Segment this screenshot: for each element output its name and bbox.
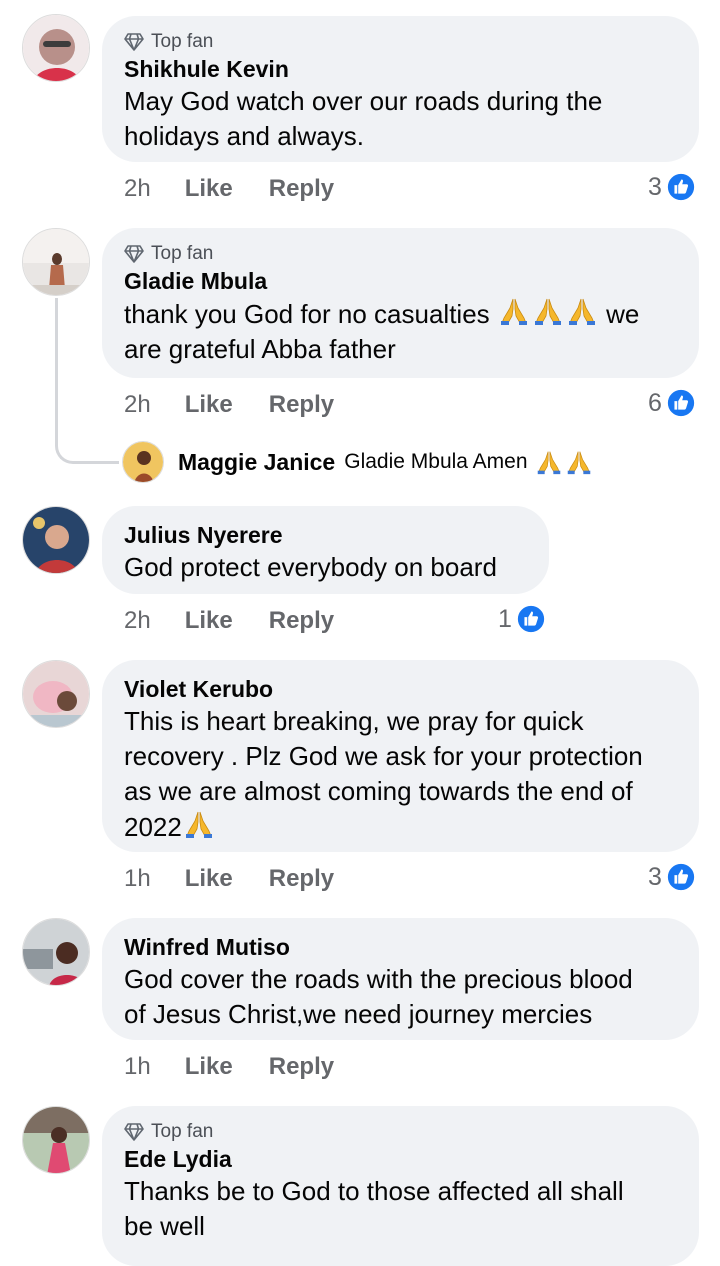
comment-text-line: This is heart breaking, we pray for quic… [124,706,584,736]
comment-text-part: thank you God for no casualties [124,299,490,329]
folded-hands-icon [533,296,563,326]
folded-hands-icon [499,296,529,326]
reply-text: Gladie Mbula Amen [344,450,528,473]
reply-button[interactable]: Reply [269,1053,334,1081]
comment-text-line: holidays and always. [124,121,364,151]
reply-button[interactable]: Reply [269,391,334,419]
comment-bubble: Julius Nyerere God protect everybody on … [102,506,549,594]
comment-text: thank you God for no casualties we are g… [124,296,677,367]
diamond-icon [124,33,144,51]
folded-hands-icon [536,449,562,475]
reply-button[interactable]: Reply [269,607,334,635]
comment-text: May God watch over our roads during the … [124,84,677,154]
reply-button[interactable]: Reply [269,175,334,203]
comment-text-line: of Jesus Christ,we need journey mercies [124,999,593,1029]
avatar[interactable] [22,228,90,296]
top-fan-badge: Top fan [124,1120,677,1144]
comment-text-part: we [606,299,640,329]
top-fan-badge: Top fan [124,242,677,266]
comment-bubble: Violet Kerubo This is heart breaking, we… [102,660,699,852]
thumbs-up-icon [666,172,696,202]
diamond-icon [124,1123,144,1141]
like-button[interactable]: Like [185,607,233,635]
reaction-count[interactable]: 6 [648,386,696,420]
comment-time[interactable]: 2h [124,175,151,203]
comment-time[interactable]: 2h [124,391,151,419]
like-count: 6 [648,388,662,417]
comment-text: God cover the roads with the precious bl… [124,962,677,1032]
thumbs-up-icon [666,388,696,418]
reaction-count[interactable]: 1 [498,602,546,636]
folded-hands-icon [184,809,214,839]
comment-time[interactable]: 1h [124,1053,151,1081]
like-count: 3 [648,172,662,201]
like-button[interactable]: Like [185,1053,233,1081]
comment-author[interactable]: Winfred Mutiso [124,932,677,962]
reply-button[interactable]: Reply [269,865,334,893]
comment-author[interactable]: Julius Nyerere [124,520,527,550]
comment-author[interactable]: Ede Lydia [124,1144,677,1174]
thumbs-up-icon [516,604,546,634]
diamond-icon [124,245,144,263]
reply-preview[interactable]: Maggie Janice Gladie Mbula Amen [122,441,594,483]
comment-text: Thanks be to God to those affected all s… [124,1174,677,1244]
comment-author[interactable]: Violet Kerubo [124,674,677,704]
folded-hands-icon [566,449,592,475]
like-button[interactable]: Like [185,175,233,203]
avatar[interactable] [22,1106,90,1174]
comment-bubble: Winfred Mutiso God cover the roads with … [102,918,699,1040]
comment-bubble: Top fan Shikhule Kevin May God watch ove… [102,16,699,162]
comment-author[interactable]: Shikhule Kevin [124,54,677,84]
reply-author[interactable]: Maggie Janice [178,449,335,476]
folded-hands-icon [567,296,597,326]
avatar[interactable] [122,441,164,483]
comment-actions: 1h Like Reply [124,1050,370,1084]
comment-time[interactable]: 1h [124,865,151,893]
comment-text-line: are grateful Abba father [124,334,396,364]
badge-label: Top fan [151,31,214,52]
comment-time[interactable]: 2h [124,607,151,635]
like-count: 3 [648,862,662,891]
comment-actions: 2h Like Reply [124,172,370,206]
comment-bubble: Top fan Ede Lydia Thanks be to God to th… [102,1106,699,1266]
comment-text-line: Thanks be to God to those affected all s… [124,1176,624,1206]
reaction-count[interactable]: 3 [648,170,696,204]
like-button[interactable]: Like [185,391,233,419]
comment-text-line: thank you God for no casualties we [124,296,677,332]
top-fan-badge: Top fan [124,30,677,54]
avatar[interactable] [22,660,90,728]
comment-text-line: as we are almost coming towards the end … [124,776,633,806]
like-count: 1 [498,604,512,633]
comment-actions: 1h Like Reply [124,862,370,896]
thumbs-up-icon [666,862,696,892]
badge-label: Top fan [151,1121,214,1142]
comment-author[interactable]: Gladie Mbula [124,266,677,296]
comment-text-line: God cover the roads with the precious bl… [124,964,633,994]
comment-bubble: Top fan Gladie Mbula thank you God for n… [102,228,699,378]
badge-label: Top fan [151,243,214,264]
comment-text-part: 2022 [124,812,182,842]
avatar[interactable] [22,14,90,82]
comment-actions: 2h Like Reply [124,604,370,638]
comment-text: God protect everybody on board [124,550,527,585]
comment-text-line: recovery . Plz God we ask for your prote… [124,741,643,771]
avatar[interactable] [22,918,90,986]
like-button[interactable]: Like [185,865,233,893]
comment-text-line: be well [124,1211,205,1241]
comment-text-line: May God watch over our roads during the [124,86,603,116]
comment-text-line: God protect everybody on board [124,552,497,582]
comment-text-line: 2022 [124,809,677,845]
comment-text: This is heart breaking, we pray for quic… [124,704,677,845]
comment-actions: 2h Like Reply [124,388,370,422]
avatar[interactable] [22,506,90,574]
reaction-count[interactable]: 3 [648,860,696,894]
